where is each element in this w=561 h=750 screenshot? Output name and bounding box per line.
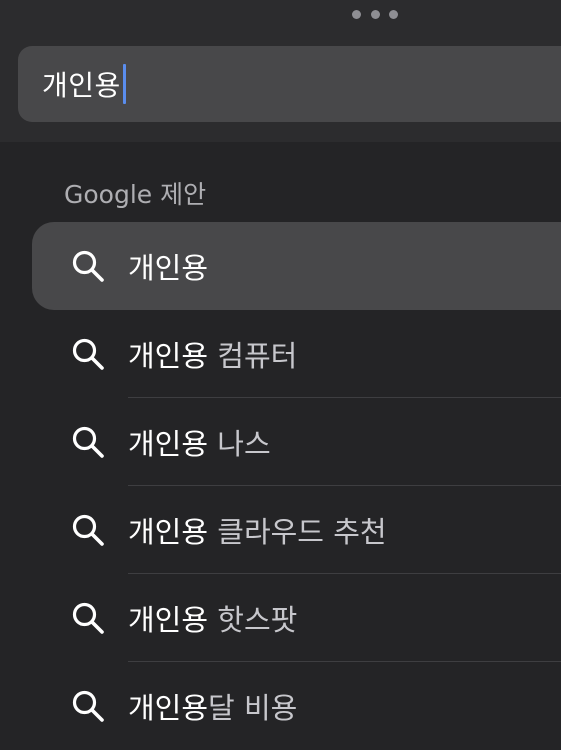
suggestion-typed: 개인용 — [128, 339, 209, 373]
text-caret — [122, 64, 126, 104]
suggestion-completion: 나스 — [208, 427, 271, 461]
suggestion-label: 개인용 클라우드 추천 — [128, 486, 387, 574]
search-input-value[interactable]: 개인용 — [42, 64, 121, 104]
search-icon — [72, 250, 104, 282]
suggestion-highlight — [32, 222, 561, 310]
section-header: Google 제안 — [64, 180, 207, 209]
suggestion-typed: 개인용 — [128, 515, 209, 549]
suggestion-item[interactable]: 개인용 클라우드 추천 — [0, 486, 561, 574]
suggestion-typed: 개인용 — [128, 251, 209, 285]
search-icon — [72, 602, 104, 634]
suggestion-item[interactable]: 개인용 핫스팟 — [0, 574, 561, 662]
suggestion-label: 개인용 달 비용 — [128, 662, 297, 750]
suggestion-item[interactable]: 개인용 — [0, 222, 561, 310]
search-icon — [72, 690, 104, 722]
more-dots-icon[interactable] — [352, 9, 398, 19]
suggestion-item[interactable]: 개인용 컴퓨터 — [0, 310, 561, 398]
suggestion-typed: 개인용 — [128, 603, 209, 637]
suggestion-completion: 핫스팟 — [208, 603, 298, 637]
dot — [370, 9, 380, 19]
search-icon — [72, 426, 104, 458]
suggestion-item[interactable]: 개인용 달 비용 — [0, 662, 561, 750]
search-icon — [72, 514, 104, 546]
top-bar: 개인용 — [0, 0, 561, 142]
suggestion-typed: 개인용 — [128, 427, 209, 461]
suggestion-label: 개인용 — [128, 222, 208, 310]
dot — [389, 9, 398, 19]
suggestion-completion: 달 비용 — [208, 691, 298, 725]
search-input[interactable]: 개인용 — [18, 46, 561, 122]
suggestion-label: 개인용 컴퓨터 — [128, 310, 297, 398]
dot — [352, 9, 361, 19]
suggestion-label: 개인용 핫스팟 — [128, 574, 297, 662]
suggestion-typed: 개인용 — [128, 691, 209, 725]
suggestion-completion: 컴퓨터 — [208, 339, 298, 373]
suggestion-item[interactable]: 개인용 나스 — [0, 398, 561, 486]
suggestion-list: 개인용 개인용 컴퓨터 개인용 나스 개인용 클라우드 추천 개인용 핫스팟 개… — [0, 222, 561, 750]
search-icon — [72, 338, 104, 370]
suggestion-label: 개인용 나스 — [128, 398, 271, 486]
suggestion-completion: 클라우드 추천 — [208, 515, 387, 549]
